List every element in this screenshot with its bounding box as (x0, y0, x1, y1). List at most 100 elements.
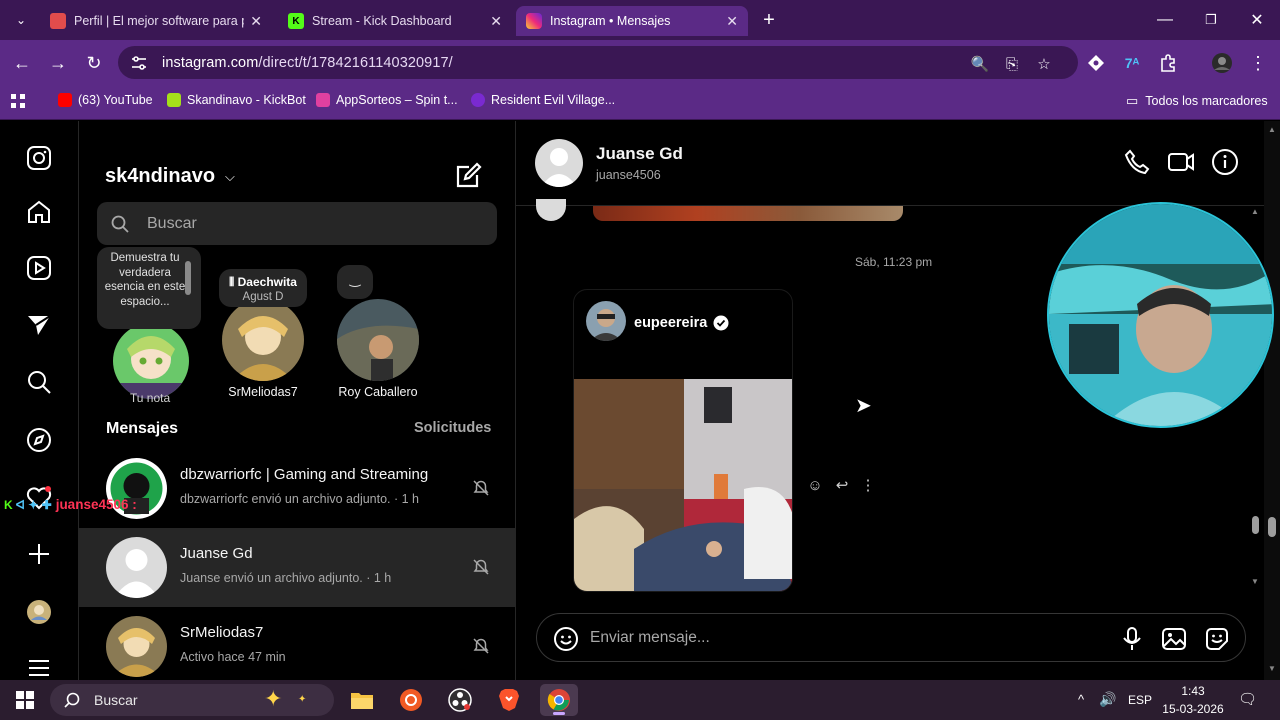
tab-kick-dashboard[interactable]: K Stream - Kick Dashboard ✕ (278, 6, 512, 36)
scrollbar-thumb[interactable] (1268, 517, 1276, 537)
shared-post-card[interactable]: eupeereira (573, 289, 793, 592)
new-tab-button[interactable]: + (754, 8, 784, 32)
site-info-icon[interactable] (130, 54, 148, 72)
instagram-logo-icon[interactable] (24, 143, 54, 173)
sparkle-small-icon: ✦ (298, 694, 307, 705)
reload-button[interactable]: ↻ (81, 50, 107, 76)
note-daechwita[interactable]: ⦀ Daechwita Agust D (219, 269, 307, 307)
close-window-button[interactable]: ✕ (1242, 8, 1272, 32)
clock-date[interactable]: 15-03-2026 (1161, 702, 1225, 716)
tab-perfil[interactable]: Perfil | El mejor software para p ✕ (40, 6, 272, 36)
extension-icon[interactable] (1083, 50, 1109, 76)
search-icon[interactable] (24, 367, 54, 397)
scroll-up-icon[interactable]: ▲ (1268, 125, 1276, 135)
emoji-picker-icon[interactable] (553, 626, 579, 652)
message-composer[interactable]: Enviar mensaje... (536, 613, 1246, 662)
browser-menu-icon[interactable]: ⋮ (1245, 50, 1271, 76)
my-note-avatar[interactable] (113, 323, 189, 399)
close-tab-icon[interactable]: ✕ (250, 13, 262, 30)
music-bars-icon: ⦀ (229, 275, 238, 289)
minimize-button[interactable]: — (1150, 8, 1180, 32)
windows-start-icon[interactable] (6, 684, 44, 716)
profile-avatar[interactable] (24, 597, 54, 627)
address-bar[interactable]: instagram.com/direct/t/17842161140320917… (118, 46, 1078, 79)
chat-scroll-up-icon[interactable]: ▲ (1251, 207, 1259, 216)
clock-time[interactable]: 1:43 (1163, 684, 1223, 698)
volume-icon[interactable]: 🔊 (1099, 691, 1116, 708)
restore-button[interactable]: ❐ (1196, 8, 1226, 32)
reply-icon[interactable]: ↩ (832, 475, 852, 495)
search-icon (64, 692, 80, 708)
more-menu-icon[interactable] (24, 653, 54, 683)
translate-extension-icon[interactable]: 7ᴬ (1119, 50, 1145, 76)
conversation-item-dbzwarriorfc[interactable]: dbzwarriorfc | Gaming and Streaming dbzw… (79, 449, 515, 528)
bookmark-kickbot[interactable]: Skandinavo - KickBot (167, 93, 306, 107)
app-orange-icon[interactable] (392, 684, 430, 716)
forward-button[interactable]: → (45, 50, 71, 76)
home-icon[interactable] (24, 197, 54, 227)
conversation-info-icon[interactable] (1210, 147, 1240, 177)
apps-grid-icon[interactable] (10, 93, 26, 109)
explore-icon[interactable] (24, 425, 54, 455)
account-switcher[interactable]: sk4ndinavo ⌵ (105, 165, 235, 188)
direct-messages-icon[interactable] (24, 310, 54, 340)
previous-media-message[interactable] (593, 206, 903, 221)
bookmark-youtube[interactable]: (63) YouTube (58, 93, 153, 107)
bookmark-star-icon[interactable]: ☆ (1034, 54, 1054, 74)
all-bookmarks-folder[interactable]: ▭ Todos los marcadores (1126, 93, 1268, 109)
reels-icon[interactable] (24, 253, 54, 283)
bookmark-resident-evil[interactable]: Resident Evil Village... (471, 93, 615, 107)
back-button[interactable]: ← (9, 50, 35, 76)
note-scrollbar[interactable] (185, 261, 191, 295)
bookmark-appsorteos[interactable]: AppSorteos – Spin t... (316, 93, 458, 107)
microphone-icon[interactable] (1119, 626, 1145, 652)
chat-avatar[interactable] (535, 139, 583, 187)
tab-instagram[interactable]: Instagram • Mensajes ✕ (516, 6, 748, 36)
search-input[interactable]: Buscar (97, 202, 497, 245)
brave-browser-icon[interactable] (490, 684, 528, 716)
compose-icon (456, 162, 482, 188)
avatar (106, 537, 167, 598)
image-upload-icon[interactable] (1161, 626, 1187, 652)
note-roy-caballero[interactable]: ‿ (337, 265, 373, 299)
page-scrollbar[interactable]: ▲ ▼ (1264, 121, 1280, 680)
close-tab-icon[interactable]: ✕ (726, 13, 738, 30)
react-emoji-icon[interactable]: ☺ (805, 475, 825, 495)
more-options-icon[interactable]: ⋮ (858, 475, 878, 495)
scroll-down-icon[interactable]: ▼ (1268, 664, 1276, 674)
bookmarks-bar: (63) YouTube Skandinavo - KickBot AppSor… (0, 85, 1280, 120)
close-tab-icon[interactable]: ✕ (490, 13, 502, 30)
requests-link[interactable]: Solicitudes (414, 420, 491, 436)
notification-center-icon[interactable]: 🗨 (1238, 690, 1257, 708)
story-label: SrMeliodas7 (228, 385, 298, 399)
conversation-item-srmeliodas7[interactable]: SrMeliodas7 Activo hace 47 min (79, 607, 515, 680)
phone-call-icon[interactable] (1122, 147, 1152, 177)
chat-scrollbar-thumb[interactable] (1252, 516, 1259, 534)
profile-avatar[interactable] (1209, 50, 1235, 76)
file-explorer-icon[interactable] (343, 684, 381, 716)
chrome-browser-icon[interactable] (540, 684, 578, 716)
create-plus-icon[interactable] (24, 539, 54, 569)
tray-overflow-icon[interactable]: ^ (1078, 692, 1084, 707)
chat-scroll-down-icon[interactable]: ▼ (1251, 577, 1259, 586)
story-avatar-srmeliodas7[interactable] (222, 299, 304, 381)
extensions-puzzle-icon[interactable] (1155, 50, 1181, 76)
language-indicator[interactable]: ESP (1128, 693, 1152, 707)
youtube-icon (58, 93, 72, 107)
sticker-icon[interactable] (1204, 626, 1230, 652)
conversation-item-juanse-gd[interactable]: Juanse Gd Juanse envió un archivo adjunt… (79, 528, 515, 607)
chat-contact-name[interactable]: Juanse Gd (596, 144, 683, 164)
obs-studio-icon[interactable] (441, 684, 479, 716)
message-input[interactable]: Enviar mensaje... (590, 629, 710, 647)
mouse-cursor: ➤ (855, 395, 872, 417)
taskbar-search[interactable]: Buscar ✦ ✦ (50, 684, 334, 716)
video-call-icon[interactable] (1166, 147, 1196, 177)
tab-search-button[interactable]: ⌄ (6, 8, 36, 32)
zoom-icon[interactable]: 🔍 (970, 54, 990, 74)
post-author-avatar (586, 301, 626, 341)
muted-bell-icon (473, 559, 489, 575)
my-note-bubble[interactable]: Demuestra tu verdadera esencia en este e… (97, 247, 201, 329)
install-app-icon[interactable]: ⎘ (1002, 54, 1022, 74)
story-avatar-roy-caballero[interactable] (337, 299, 419, 381)
new-message-button[interactable] (453, 161, 483, 191)
